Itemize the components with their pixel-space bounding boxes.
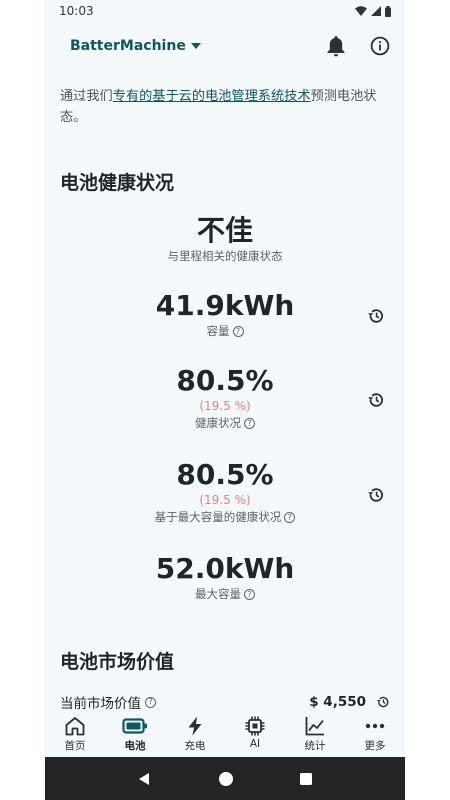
intro-text: 通过我们专有的基于云的电池管理系统技术预测电池状态。 [60, 86, 390, 128]
caret-down-icon [190, 43, 201, 49]
home-icon [65, 717, 85, 736]
max-capacity-label: 最大容量 ? [45, 586, 405, 603]
info-icon [370, 36, 390, 56]
nav-label: 统计 [304, 740, 326, 752]
nav-item-ai[interactable]: AI [225, 715, 285, 750]
soh-max-delta: (19.5 %) [199, 493, 251, 507]
nav-label: 充电 [184, 740, 206, 752]
max-capacity-value: 52.0kWh [155, 552, 295, 585]
overall-health-label: 与里程相关的健康状态 [167, 249, 283, 263]
nav-item-more[interactable]: 更多 [345, 715, 405, 753]
battery-icon [122, 718, 147, 734]
nav-item-home[interactable]: 首页 [45, 715, 105, 753]
bms-tech-link[interactable]: 专有的基于云的电池管理系统技术 [113, 89, 311, 104]
overall-health-value: 不佳 [196, 214, 253, 247]
soh-max-value: 80.5% [176, 458, 274, 491]
soh-max-metric: 80.5% (19.5 %) 基于最大容量的健康状况 ? [45, 458, 405, 526]
status-bar: 10:03 [45, 0, 405, 22]
status-time: 10:03 [59, 4, 94, 18]
info-button[interactable] [369, 35, 391, 57]
soh-metric: 80.5% (19.5 %) 健康状况 ? [45, 364, 405, 432]
status-icons [355, 5, 391, 17]
nav-item-battery[interactable]: 电池 [105, 715, 165, 753]
health-section-title: 电池健康状况 [60, 172, 175, 194]
capacity-metric: 41.9kWh 容量 ? [45, 289, 405, 340]
nav-item-stats[interactable]: 统计 [285, 715, 345, 753]
market-section-title: 电池市场价值 [60, 651, 175, 673]
app-title-dropdown[interactable]: BatterMachine [70, 38, 201, 54]
max-capacity-metric: 52.0kWh 最大容量 ? [45, 552, 405, 603]
overall-health-metric: 不佳 与里程相关的健康状态 [45, 214, 405, 265]
market-value-label: 当前市场价值 [60, 696, 141, 712]
home-circle-icon[interactable] [218, 771, 234, 787]
soh-max-label: 基于最大容量的健康状况 ? [45, 509, 405, 526]
chart-icon [305, 717, 324, 736]
nav-label: 首页 [64, 740, 86, 752]
help-icon[interactable]: ? [145, 696, 156, 708]
more-icon [365, 723, 385, 729]
recents-icon[interactable] [299, 772, 313, 786]
history-icon[interactable] [376, 695, 390, 709]
intro-prefix: 通过我们 [60, 89, 113, 104]
bell-icon [327, 36, 345, 57]
capacity-label: 容量 ? [45, 323, 405, 340]
help-icon[interactable]: ? [232, 326, 244, 337]
history-icon[interactable] [367, 307, 385, 325]
system-nav-bar [45, 757, 405, 800]
nav-label: 更多 [364, 740, 386, 752]
help-icon[interactable]: ? [244, 589, 255, 600]
notifications-button[interactable] [325, 35, 347, 57]
main-content: 通过我们专有的基于云的电池管理系统技术预测电池状态。 [45, 80, 405, 128]
chip-icon [245, 716, 265, 736]
capacity-value: 41.9kWh [155, 289, 295, 322]
soh-value: 80.5% [176, 364, 274, 397]
history-icon[interactable] [367, 486, 385, 504]
nav-item-charging[interactable]: 充电 [165, 715, 225, 753]
market-value-row: 当前市场价值 ? $ 4,550 [60, 692, 390, 712]
market-value-amount: $ 4,550 [309, 694, 366, 710]
battery-status-icon [385, 5, 391, 17]
nav-label: AI [249, 738, 261, 750]
app-bar: BatterMachine [45, 28, 405, 64]
back-icon[interactable] [137, 771, 153, 787]
soh-delta: (19.5 %) [199, 399, 251, 413]
wifi-icon [355, 6, 367, 16]
help-icon[interactable]: ? [284, 512, 296, 523]
app-title: BatterMachine [70, 38, 186, 54]
history-icon[interactable] [367, 391, 385, 409]
bottom-nav: 首页 电池 充电 AI 统计 更多 [45, 710, 405, 758]
phone-screen: 10:03 BatterMachine 通过我们专有的基于云的电池管理系统技术预… [45, 0, 405, 800]
soh-label: 健康状况 ? [45, 415, 405, 432]
help-icon[interactable]: ? [244, 418, 255, 429]
nav-label: 电池 [124, 740, 146, 752]
signal-icon [371, 6, 381, 16]
bolt-icon [188, 716, 202, 736]
